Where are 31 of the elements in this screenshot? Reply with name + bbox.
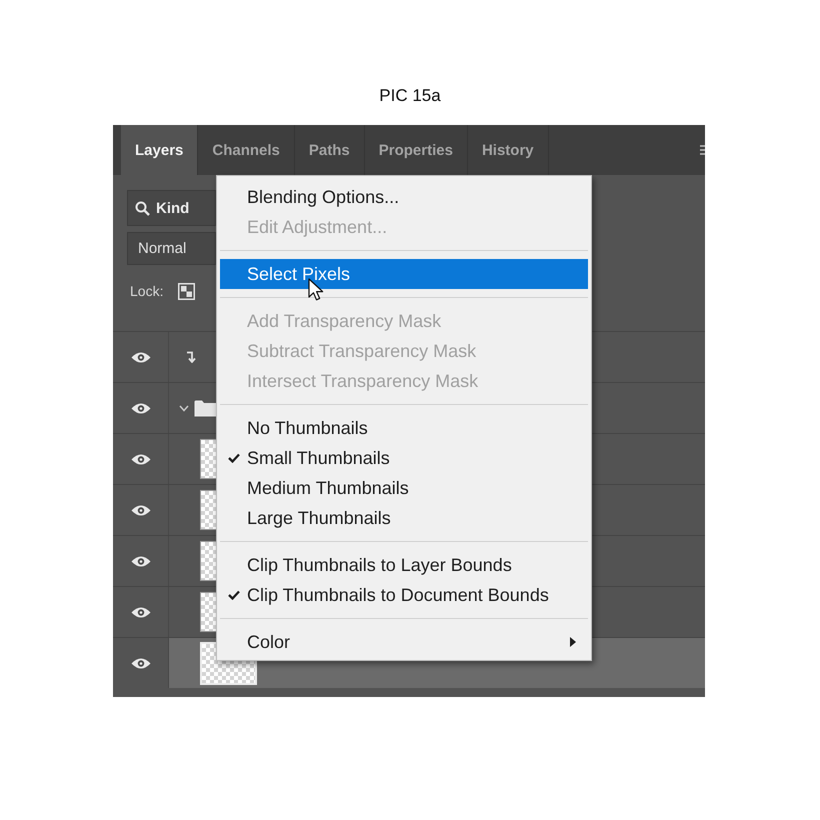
menu-item[interactable]: Large Thumbnails — [220, 503, 588, 533]
search-icon — [135, 200, 150, 216]
menu-item[interactable]: Color — [220, 627, 588, 657]
checkerboard-thumbnail-icon — [200, 490, 216, 530]
figure-caption: PIC 15a — [379, 86, 441, 106]
checkerboard-thumbnail-icon — [200, 592, 216, 632]
menu-item[interactable]: No Thumbnails — [220, 413, 588, 443]
menu-item[interactable]: Medium Thumbnails — [220, 473, 588, 503]
lock-label: Lock: — [130, 283, 164, 299]
menu-item[interactable]: Blending Options... — [220, 182, 588, 212]
blend-mode-dropdown[interactable]: Normal — [127, 232, 216, 265]
submenu-arrow-icon — [570, 637, 576, 647]
checkerboard-icon[interactable] — [178, 282, 196, 300]
menu-item[interactable]: Small Thumbnails — [220, 443, 588, 473]
eye-icon[interactable] — [130, 606, 150, 618]
panel-tab[interactable]: Layers — [121, 125, 198, 175]
clipping-arrow-icon — [186, 351, 196, 363]
menu-item[interactable]: Clip Thumbnails to Document Bounds — [220, 580, 588, 610]
eye-icon[interactable] — [130, 504, 150, 516]
eye-icon[interactable] — [130, 350, 150, 364]
menu-icon[interactable] — [700, 145, 705, 155]
chevron-down-icon[interactable] — [179, 404, 189, 412]
menu-item[interactable]: Clip Thumbnails to Layer Bounds — [220, 550, 588, 580]
eye-icon[interactable] — [130, 656, 150, 670]
eye-icon[interactable] — [130, 452, 150, 466]
checkerboard-thumbnail-icon — [200, 439, 216, 479]
eye-icon[interactable] — [130, 402, 150, 414]
filter-dropdown[interactable]: Kind — [127, 190, 216, 226]
menu-item[interactable]: Select Pixels — [220, 259, 588, 289]
checkerboard-thumbnail-icon — [200, 541, 216, 581]
eye-icon[interactable] — [130, 554, 150, 568]
